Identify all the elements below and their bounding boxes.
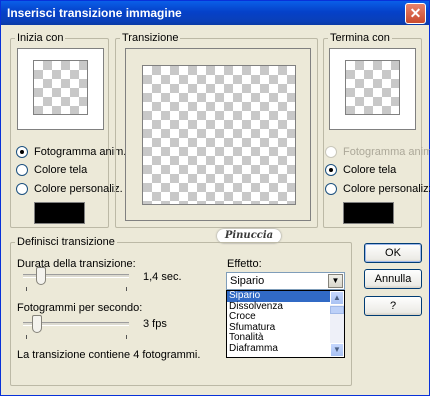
start-option-canvas-label: Colore tela: [34, 164, 88, 176]
start-option-custom-label: Colore personaliz.: [34, 183, 123, 195]
start-option-frame-radio[interactable]: [16, 146, 28, 158]
scroll-up-icon[interactable]: ▲: [330, 291, 344, 305]
end-preview: [329, 48, 416, 130]
frame-count-info: La transizione contiene 4 fotogrammi.: [17, 349, 201, 361]
start-option-canvas[interactable]: Colore tela: [16, 164, 87, 176]
fps-tick: [126, 335, 127, 339]
start-option-custom-radio[interactable]: [16, 183, 28, 195]
duration-tick: [126, 287, 127, 291]
ok-button[interactable]: OK: [364, 243, 422, 263]
start-group-legend: Inizia con: [17, 32, 64, 44]
fps-label: Fotogrammi per secondo:: [17, 302, 143, 314]
effect-select-value: Sipario: [230, 275, 265, 287]
transition-group-legend: Transizione: [122, 32, 179, 44]
end-option-custom-label: Colore personalizz.: [343, 183, 430, 195]
title-bar: Inserisci transizione immagine ✕: [1, 1, 429, 25]
start-option-frame-label: Fotogramma anim.: [34, 146, 127, 158]
duration-label: Durata della transizione:: [17, 258, 136, 270]
end-option-frame-label: Fotogramma anim.: [343, 146, 430, 158]
fps-tick: [26, 335, 27, 339]
dialog-window: Inserisci transizione immagine ✕ Inizia …: [0, 0, 430, 396]
end-option-custom[interactable]: Colore personalizz.: [325, 183, 430, 195]
duration-value: 1,4 sec.: [143, 271, 182, 283]
start-color-swatch[interactable]: [34, 202, 85, 224]
end-option-canvas[interactable]: Colore tela: [325, 164, 396, 176]
end-option-custom-radio[interactable]: [325, 183, 337, 195]
cancel-button[interactable]: Annulla: [364, 269, 422, 289]
fps-slider-thumb[interactable]: [32, 315, 42, 333]
effect-dropdown-list[interactable]: Sipario Dissolvenza Croce Sfumatura Tona…: [226, 290, 345, 358]
scrollbar-thumb[interactable]: [330, 306, 344, 314]
effect-select[interactable]: Sipario ▼: [226, 272, 345, 290]
chevron-down-icon[interactable]: ▼: [328, 274, 343, 288]
close-icon[interactable]: ✕: [405, 3, 426, 24]
duration-slider-thumb[interactable]: [36, 267, 46, 285]
end-preview-image: [345, 60, 400, 115]
fps-value: 3 fps: [143, 318, 167, 330]
start-option-canvas-radio[interactable]: [16, 164, 28, 176]
duration-tick: [26, 287, 27, 291]
list-item[interactable]: Diaframma: [227, 343, 344, 355]
start-option-frame[interactable]: Fotogramma anim.: [16, 146, 126, 158]
end-option-canvas-radio[interactable]: [325, 164, 337, 176]
end-group-legend: Termina con: [330, 32, 390, 44]
end-color-swatch[interactable]: [343, 202, 394, 224]
effect-list-scrollbar[interactable]: ▲ ▼: [330, 291, 344, 357]
end-option-frame: Fotogramma anim.: [325, 146, 430, 158]
start-option-custom[interactable]: Colore personaliz.: [16, 183, 123, 195]
list-item[interactable]: Sipario: [227, 291, 344, 302]
end-option-frame-radio: [325, 146, 337, 158]
start-preview: [17, 48, 104, 130]
transition-preview-image: [142, 65, 296, 205]
define-transition-legend: Definisci transizione: [17, 236, 115, 248]
transition-preview: [125, 48, 311, 221]
effect-label: Effetto:: [227, 258, 262, 270]
end-option-canvas-label: Colore tela: [343, 164, 397, 176]
start-preview-image: [33, 60, 88, 115]
help-button[interactable]: ?: [364, 296, 422, 316]
scroll-down-icon[interactable]: ▼: [330, 343, 344, 357]
window-title: Inserisci transizione immagine: [7, 6, 182, 20]
